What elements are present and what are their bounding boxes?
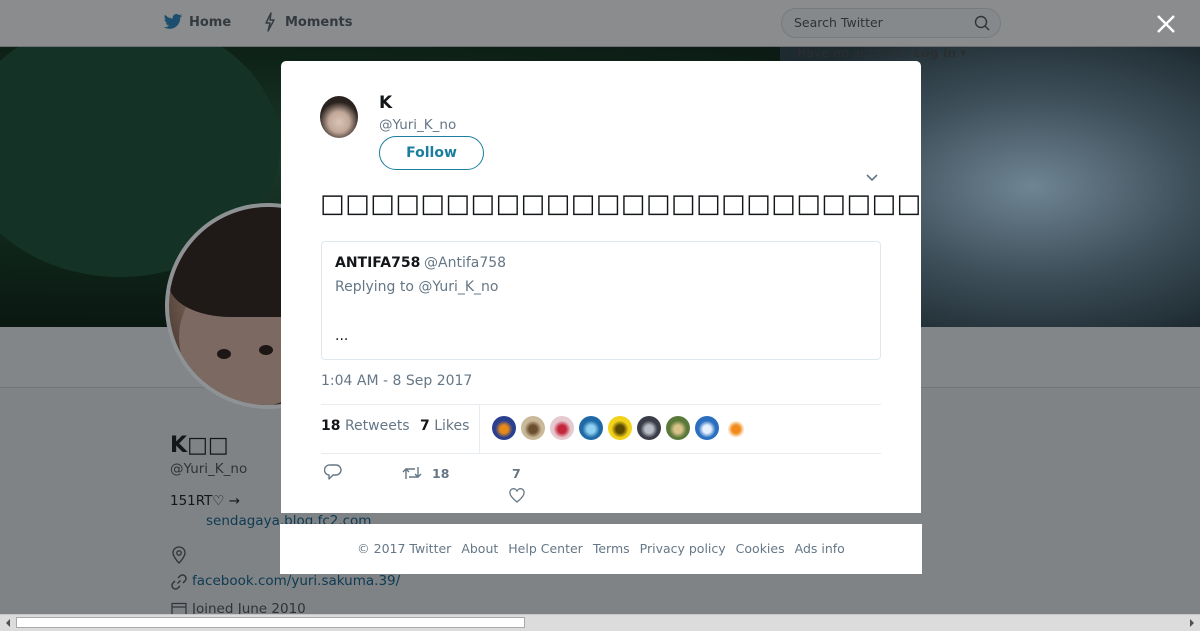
profile-handle[interactable]: @Yuri_K_no	[170, 461, 247, 477]
retweet-stat[interactable]: 18 Retweets	[321, 418, 410, 434]
like-count: 7	[512, 466, 521, 481]
liker-avatar[interactable]	[521, 416, 545, 440]
profile-bio: 151RT♡ →	[170, 493, 241, 509]
quoted-body: ...	[335, 328, 349, 344]
scrollbar-thumb[interactable]	[16, 617, 525, 628]
stats-divider	[479, 405, 480, 453]
tweet-text: □□□□□□□□□□□□□□□□□□□□□□□□□□□□□□□□□□□□□□□□…	[320, 189, 921, 219]
liker-avatar[interactable]	[608, 416, 632, 440]
heart-icon[interactable]	[509, 488, 525, 504]
author-name[interactable]: K	[379, 93, 392, 113]
footer-link[interactable]: Help Center	[508, 541, 583, 556]
tweet-stats: 18 Retweets 7 Likes	[321, 404, 881, 454]
nav-moments[interactable]: Moments	[285, 15, 352, 30]
scroll-right-arrow-icon[interactable]	[1187, 618, 1197, 628]
login-link[interactable]: Log in	[913, 45, 956, 60]
liker-avatar[interactable]	[695, 416, 719, 440]
tweet-actions: 18 7	[321, 461, 881, 511]
footer-link: © 2017 Twitter	[357, 541, 452, 556]
have-account-text: Have an account? Log in ▾	[797, 45, 967, 60]
twitter-bird-icon[interactable]	[163, 13, 183, 31]
avatar-eye	[217, 349, 231, 359]
footer-links: © 2017 Twitter About Help Center Terms Priva…	[280, 541, 922, 556]
top-nav: Home Moments	[0, 0, 1200, 47]
link-icon	[171, 574, 187, 590]
chevron-down-icon[interactable]	[865, 173, 879, 183]
quoted-author-handle: @Antifa758	[424, 255, 507, 271]
close-icon[interactable]	[1155, 13, 1177, 35]
tweet-timestamp[interactable]: 1:04 AM - 8 Sep 2017	[321, 373, 472, 389]
horizontal-scrollbar[interactable]	[0, 614, 1200, 631]
reply-icon[interactable]	[324, 464, 342, 480]
retweet-icon[interactable]	[402, 465, 422, 481]
location-pin-icon	[172, 546, 186, 564]
footer-link[interactable]: Terms	[593, 541, 630, 556]
liker-avatar[interactable]	[637, 416, 661, 440]
liker-avatar[interactable]	[724, 416, 748, 440]
lightning-icon[interactable]	[264, 12, 276, 32]
footer-link[interactable]: About	[461, 541, 498, 556]
tweet-modal: K @Yuri_K_no Follow □□□□□□□□□□□□□□□□□□□□…	[281, 61, 921, 513]
liker-avatar[interactable]	[579, 416, 603, 440]
quoted-reply-to: Replying to @Yuri_K_no	[335, 279, 499, 295]
liker-avatar[interactable]	[666, 416, 690, 440]
nav-home[interactable]: Home	[189, 15, 231, 30]
author-avatar[interactable]	[320, 96, 358, 138]
like-stat[interactable]: 7 Likes	[420, 418, 469, 434]
retweet-count: 18	[432, 466, 450, 481]
quoted-tweet[interactable]: ANTIFA758 @Antifa758 Replying to @Yuri_K…	[321, 241, 881, 360]
liker-avatar[interactable]	[492, 416, 516, 440]
search-input[interactable]	[794, 15, 964, 30]
footer-link[interactable]: Cookies	[736, 541, 785, 556]
liker-avatar[interactable]	[550, 416, 574, 440]
footer-link[interactable]: Ads info	[795, 541, 845, 556]
avatar-eye	[259, 345, 273, 355]
author-handle[interactable]: @Yuri_K_no	[379, 117, 456, 133]
profile-name: K□□	[170, 433, 229, 458]
quoted-author-name: ANTIFA758	[335, 255, 421, 271]
search-icon[interactable]	[974, 15, 990, 31]
website-link[interactable]: facebook.com/yuri.sakuma.39/	[192, 573, 400, 589]
scroll-left-arrow-icon[interactable]	[3, 618, 13, 628]
footer-link[interactable]: Privacy policy	[640, 541, 726, 556]
footer: © 2017 Twitter About Help Center Terms Priva…	[280, 524, 922, 574]
follow-button[interactable]: Follow	[379, 136, 484, 170]
search-box[interactable]	[781, 8, 1001, 38]
